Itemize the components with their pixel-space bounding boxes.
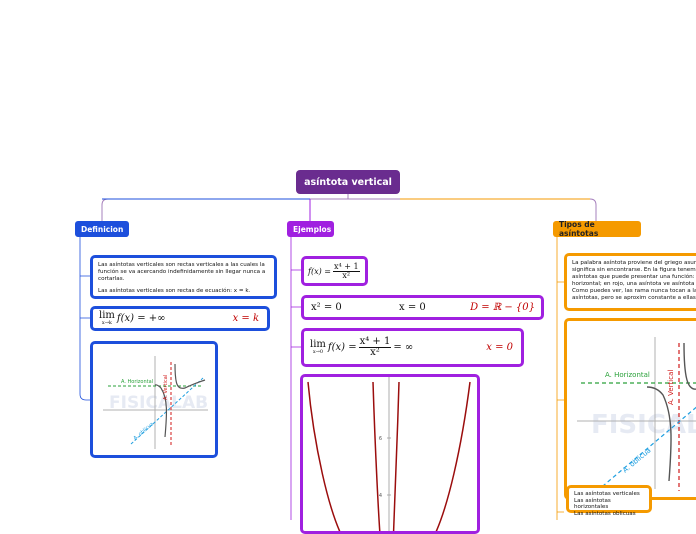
ejemplos-limit-denominator: x² — [370, 347, 380, 358]
tipos-figure-node[interactable]: FISICALAB A. Horizontal A. Vertical A. o… — [564, 318, 696, 500]
root-topic-label: asíntota vertical — [304, 176, 392, 188]
tipos-text: La palabra asíntota proviene del griego … — [572, 260, 696, 301]
tipos-asymptote-figure: FISICALAB A. Horizontal A. Vertical A. o… — [577, 337, 696, 492]
definicion-limit-node[interactable]: lim x→k f(x) = +∞ x = k — [90, 306, 270, 331]
tipos-figure-watermark: FISICALAB — [591, 410, 696, 440]
ejemplos-limit-fraction: x⁴ + 1 x² — [358, 337, 392, 358]
curve-right-branch — [174, 363, 206, 389]
definicion-figure-node[interactable]: FISICALAB A. Horizontal A. Vertical A. o… — [90, 341, 218, 458]
ejemplos-limit-subscript: x→0 — [312, 349, 324, 355]
domain-equation-2: x = 0 — [399, 302, 426, 313]
tipos-curve-right-branch — [683, 342, 696, 390]
graph-tick-label-6: 6 — [379, 436, 382, 442]
definicion-limit-result: x = k — [232, 313, 259, 324]
domain-result: D = ℝ − {0} — [470, 302, 535, 313]
label-vertical: A. Vertical — [163, 375, 169, 400]
limit-subscript: x→k — [101, 320, 112, 326]
definicion-text-2: Las asíntotas verticales son rectas de e… — [98, 288, 251, 294]
asymptote-figure: FISICALAB A. Horizontal A. Vertical A. o… — [103, 356, 208, 449]
label-horizontal: A. Horizontal — [121, 379, 153, 385]
branch-definicion-label: Definicion — [81, 224, 124, 234]
branch-ejemplos[interactable]: Ejemplos — [287, 221, 334, 237]
graph-tick-label-4: 4 — [379, 493, 382, 499]
ejemplos-limit-node[interactable]: lim x→0 f(x) = x⁴ + 1 x² = ∞ x = 0 — [301, 328, 524, 367]
function-graph: 6 4 — [307, 377, 471, 531]
limit-operator: lim x→k — [99, 311, 115, 326]
graph-curve-right-outer — [435, 381, 471, 531]
graph-curve-right-inner — [392, 381, 400, 531]
graph-curve-left-inner — [372, 381, 381, 531]
ejemplos-limit-equals-infinity: = ∞ — [393, 342, 414, 353]
root-topic[interactable]: asíntota vertical — [296, 170, 400, 194]
definicion-text-1: Las asíntotas verticales son rectas vert… — [98, 262, 266, 282]
tipos-list-item: Las asíntotas horizontales — [574, 497, 611, 511]
branch-tipos[interactable]: Tipos de asíntotas — [553, 220, 641, 238]
tipos-label-horizontal: A. Horizontal — [605, 371, 650, 379]
function-denominator: x² — [342, 270, 351, 280]
ejemplos-graph-node[interactable]: 6 4 — [300, 374, 480, 534]
ejemplos-function-node[interactable]: f(x) = x⁴ + 1 x² — [301, 256, 368, 286]
branch-ejemplos-label: Ejemplos — [293, 224, 332, 234]
ejemplos-limit-lhs: f(x) = — [327, 342, 357, 353]
ejemplos-limit-result: x = 0 — [486, 342, 513, 353]
tipos-list-item: Las asíntotas oblicuas — [574, 510, 636, 517]
tipos-label-vertical: A. Vertical — [667, 370, 675, 405]
graph-curve-left-outer — [307, 381, 341, 531]
tipos-text-node[interactable]: La palabra asíntota proviene del griego … — [564, 253, 696, 311]
ejemplos-function-expression: f(x) = x⁴ + 1 x² — [308, 262, 360, 280]
ejemplos-limit-operator: lim x→0 — [310, 340, 326, 355]
definicion-text-node[interactable]: Las asíntotas verticales son rectas vert… — [90, 255, 277, 299]
tipos-list-item: Las asíntotas verticales — [574, 491, 640, 497]
branch-definicion[interactable]: Definicion — [75, 221, 129, 237]
function-lhs: f(x) = — [308, 266, 331, 276]
tipos-list-node[interactable]: Las asíntotas verticales Las asíntotas h… — [566, 485, 652, 517]
domain-equation-1: x² = 0 — [311, 302, 342, 313]
tipos-label-oblicua: A. oblicua — [621, 446, 652, 474]
label-oblicua: A. oblicua — [132, 421, 155, 441]
definicion-limit-expression: lim x→k f(x) = +∞ — [99, 311, 165, 326]
ejemplos-limit-expression: lim x→0 f(x) = x⁴ + 1 x² = ∞ — [310, 337, 413, 358]
limit-body: f(x) = +∞ — [116, 313, 166, 324]
ejemplos-domain-node[interactable]: x² = 0 x = 0 D = ℝ − {0} — [301, 295, 544, 320]
branch-tipos-label: Tipos de asíntotas — [559, 220, 599, 238]
function-fraction: x⁴ + 1 x² — [332, 262, 360, 280]
